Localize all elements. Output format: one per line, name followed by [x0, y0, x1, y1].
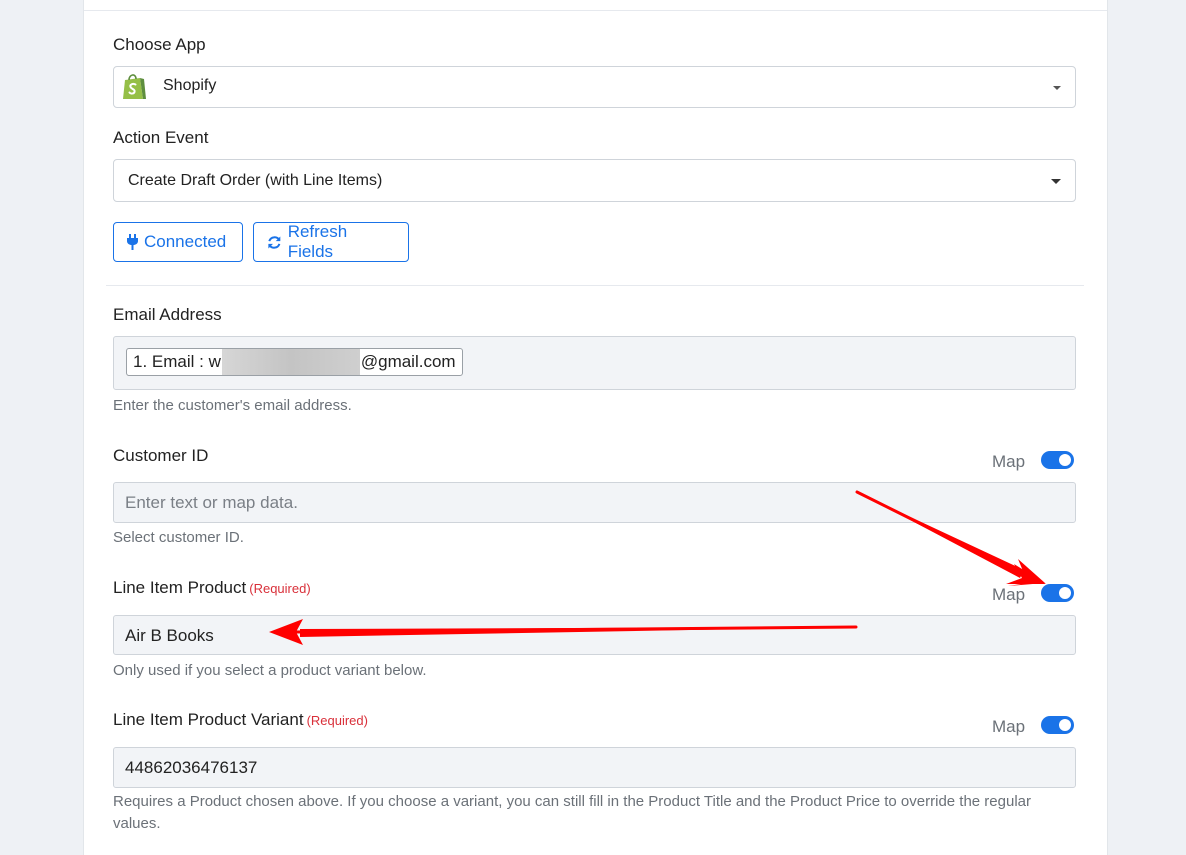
customer-id-map-toggle[interactable]	[1041, 451, 1074, 469]
line-item-product-label: Line Item Product (Required)	[113, 578, 311, 598]
line-item-product-map-toggle[interactable]	[1041, 584, 1074, 602]
action-event-select[interactable]: Create Draft Order (with Line Items)	[113, 159, 1076, 202]
caret-down-icon	[1051, 179, 1061, 184]
line-item-product-input[interactable]: Air B Books	[113, 615, 1076, 655]
action-event-label: Action Event	[113, 128, 209, 147]
email-chip-prefix: 1. Email : w	[133, 352, 221, 371]
plug-icon	[127, 234, 138, 250]
section-divider	[106, 285, 1084, 286]
toggle-knob	[1059, 454, 1071, 466]
line-item-product-value: Air B Books	[125, 626, 214, 645]
line-item-variant-help-text: Requires a Product chosen above. If you …	[113, 793, 1032, 832]
email-chip-suffix: @gmail.com	[360, 352, 456, 371]
line-item-variant-input[interactable]: 44862036476137	[113, 747, 1076, 788]
customer-id-input[interactable]: Enter text or map data.	[113, 482, 1076, 523]
email-mapped-chip[interactable]: 1. Email : w @gmail.com	[126, 348, 463, 376]
line-item-variant-label-text: Line Item Product Variant	[113, 710, 304, 729]
email-help-text: Enter the customer's email address.	[113, 397, 352, 414]
choose-app-label: Choose App	[113, 35, 206, 54]
action-event-value: Create Draft Order (with Line Items)	[128, 172, 383, 189]
form-panel: Choose App Shopify Action Event Create D…	[83, 0, 1108, 855]
choose-app-select[interactable]: Shopify	[113, 66, 1076, 108]
required-badge: (Required)	[249, 581, 311, 596]
toggle-knob	[1059, 719, 1071, 731]
line-item-product-map-label: Map	[992, 585, 1026, 604]
connected-label: Connected	[144, 232, 227, 251]
shopify-bag-icon	[123, 74, 146, 99]
customer-id-map-label: Map	[992, 452, 1026, 471]
line-item-variant-map-toggle[interactable]	[1041, 716, 1074, 734]
toggle-knob	[1059, 587, 1071, 599]
required-badge: (Required)	[306, 713, 368, 728]
line-item-variant-map-label: Map	[992, 717, 1026, 736]
line-item-variant-value: 44862036476137	[125, 758, 258, 777]
email-address-label: Email Address	[113, 305, 222, 324]
choose-app-value: Shopify	[163, 77, 217, 94]
refresh-fields-button[interactable]: Refresh Fields	[253, 222, 409, 262]
line-item-product-help-text: Only used if you select a product varian…	[113, 662, 427, 679]
top-divider	[84, 10, 1107, 11]
line-item-variant-label: Line Item Product Variant (Required)	[113, 710, 368, 730]
connected-button[interactable]: Connected	[113, 222, 243, 262]
customer-id-placeholder: Enter text or map data.	[125, 493, 298, 512]
refresh-fields-label: Refresh Fields	[287, 222, 348, 261]
customer-id-label: Customer ID	[113, 446, 209, 465]
line-item-product-label-text: Line Item Product	[113, 578, 247, 597]
refresh-icon	[268, 235, 281, 249]
chevron-down-icon	[1053, 86, 1061, 90]
redacted-email-blur	[221, 349, 360, 375]
email-address-field[interactable]: 1. Email : w @gmail.com	[113, 336, 1076, 390]
customer-id-help-text: Select customer ID.	[113, 529, 244, 546]
